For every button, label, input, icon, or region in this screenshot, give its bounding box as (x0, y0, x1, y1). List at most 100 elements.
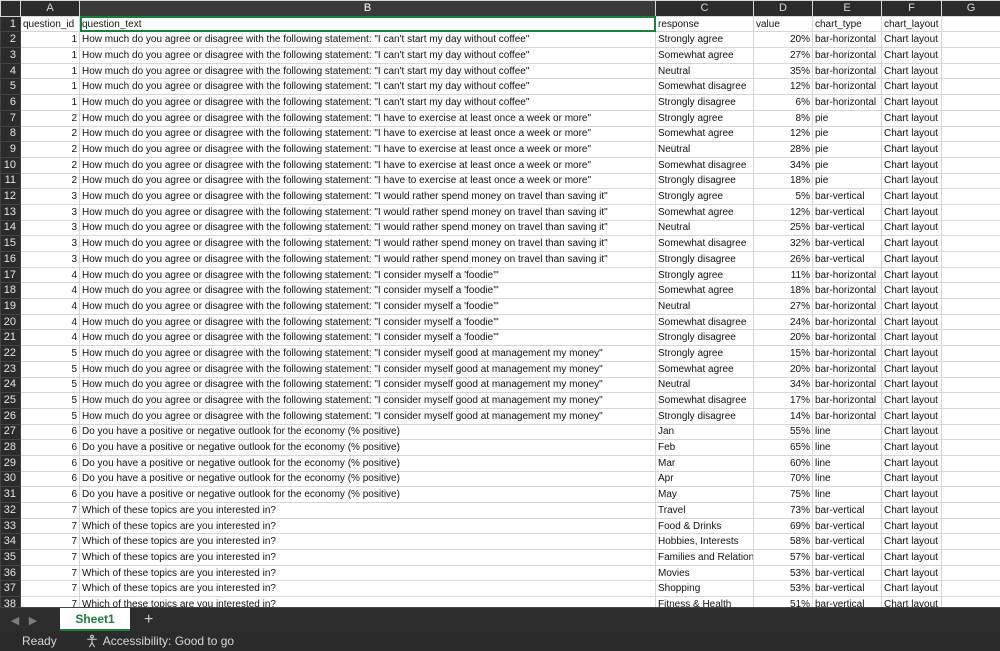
cell-e[interactable]: bar-horizontal (812, 282, 882, 300)
cell-f[interactable]: Chart layout 1 (881, 439, 942, 456)
cell-f[interactable]: Chart layout 1 (881, 156, 942, 174)
cell-b[interactable]: How much do you agree or disagree with t… (79, 188, 656, 205)
cell-c[interactable]: Jan (655, 423, 754, 441)
prev-sheet-arrow-icon[interactable]: ◀ (6, 614, 24, 627)
cell-c[interactable]: Somewhat disagree (655, 392, 754, 409)
cell-f[interactable]: Chart layout 1 (881, 266, 942, 284)
cell-e[interactable]: bar-vertical (812, 533, 882, 551)
cell-a[interactable]: 2 (20, 125, 80, 143)
cell-g[interactable] (941, 282, 1000, 300)
cell-a[interactable]: 5 (20, 376, 80, 394)
cell-b[interactable]: How much do you agree or disagree with t… (79, 313, 656, 331)
cell-a[interactable]: 7 (20, 596, 80, 607)
row-header[interactable]: 30 (0, 470, 21, 488)
cell-f[interactable]: Chart layout 1 (881, 62, 942, 80)
cell-c[interactable]: Movies (655, 564, 754, 582)
cell-f[interactable]: Chart layout 1 (881, 172, 942, 190)
cell-b[interactable]: How much do you agree or disagree with t… (79, 141, 656, 158)
cell-e[interactable]: pie (812, 125, 882, 143)
cell-a[interactable]: 7 (20, 580, 80, 598)
cell-c[interactable]: response (655, 15, 754, 33)
cell-c[interactable]: Feb (655, 439, 754, 456)
row-header[interactable]: 21 (0, 329, 21, 347)
row-header[interactable]: 18 (0, 282, 21, 300)
cell-g[interactable] (941, 360, 1000, 378)
cell-e[interactable]: bar-horizontal (812, 62, 882, 80)
row-header[interactable]: 38 (0, 596, 21, 607)
cell-d[interactable]: 34% (753, 156, 813, 174)
cell-b[interactable]: Do you have a positive or negative outlo… (79, 454, 656, 472)
cell-g[interactable] (941, 298, 1000, 315)
cell-g[interactable] (941, 580, 1000, 598)
cell-d[interactable]: 53% (753, 564, 813, 582)
row-header[interactable]: 36 (0, 564, 21, 582)
cell-c[interactable]: Shopping (655, 580, 754, 598)
cell-b[interactable]: Which of these topics are you interested… (79, 517, 656, 535)
cell-d[interactable]: 69% (753, 517, 813, 535)
cell-c[interactable]: Neutral (655, 62, 754, 80)
row-header[interactable]: 12 (0, 188, 21, 205)
cell-d[interactable]: value (753, 15, 813, 33)
cell-d[interactable]: 34% (753, 376, 813, 394)
cell-g[interactable] (941, 470, 1000, 488)
row-header[interactable]: 11 (0, 172, 21, 190)
cell-a[interactable]: 6 (20, 439, 80, 456)
cell-d[interactable]: 12% (753, 78, 813, 96)
cell-g[interactable] (941, 439, 1000, 456)
cell-g[interactable] (941, 203, 1000, 221)
cell-f[interactable]: Chart layout 1 (881, 298, 942, 315)
cell-a[interactable]: 5 (20, 407, 80, 425)
cell-e[interactable]: pie (812, 109, 882, 127)
cell-b[interactable]: Which of these topics are you interested… (79, 596, 656, 607)
cell-g[interactable] (941, 15, 1000, 33)
cell-f[interactable]: Chart layout 1 (881, 313, 942, 331)
cell-g[interactable] (941, 407, 1000, 425)
cell-e[interactable]: chart_type (812, 15, 882, 33)
cell-a[interactable]: 7 (20, 502, 80, 519)
cell-a[interactable]: 3 (20, 251, 80, 268)
cell-a[interactable]: 3 (20, 235, 80, 252)
cell-b[interactable]: Do you have a positive or negative outlo… (79, 423, 656, 441)
row-header[interactable]: 27 (0, 423, 21, 441)
cell-f[interactable]: Chart layout 1 (881, 235, 942, 252)
cell-g[interactable] (941, 392, 1000, 409)
cell-e[interactable]: bar-horizontal (812, 345, 882, 362)
row-header[interactable]: 32 (0, 502, 21, 519)
cell-e[interactable]: bar-horizontal (812, 407, 882, 425)
cell-e[interactable]: bar-vertical (812, 203, 882, 221)
cell-f[interactable]: Chart layout 1 (881, 251, 942, 268)
cell-d[interactable]: 5% (753, 188, 813, 205)
row-header[interactable]: 16 (0, 251, 21, 268)
cell-e[interactable]: line (812, 454, 882, 472)
cell-d[interactable]: 35% (753, 62, 813, 80)
cell-b[interactable]: Which of these topics are you interested… (79, 564, 656, 582)
cell-g[interactable] (941, 549, 1000, 566)
cell-b[interactable]: How much do you agree or disagree with t… (79, 203, 656, 221)
row-header[interactable]: 1 (0, 15, 21, 33)
cell-g[interactable] (941, 329, 1000, 347)
cell-a[interactable]: 1 (20, 62, 80, 80)
cell-b[interactable]: How much do you agree or disagree with t… (79, 282, 656, 300)
cell-e[interactable]: bar-horizontal (812, 376, 882, 394)
sheet-tab-sheet1[interactable]: Sheet1 (60, 608, 130, 632)
cell-e[interactable]: bar-horizontal (812, 298, 882, 315)
cell-a[interactable]: 1 (20, 78, 80, 96)
cell-c[interactable]: Somewhat agree (655, 47, 754, 64)
cell-b[interactable]: Do you have a positive or negative outlo… (79, 470, 656, 488)
cell-c[interactable]: Strongly disagree (655, 251, 754, 268)
column-header-e[interactable]: E (812, 0, 882, 17)
cell-d[interactable]: 12% (753, 125, 813, 143)
cell-g[interactable] (941, 266, 1000, 284)
cell-d[interactable]: 73% (753, 502, 813, 519)
cell-g[interactable] (941, 94, 1000, 111)
cell-e[interactable]: bar-horizontal (812, 78, 882, 96)
cell-f[interactable]: Chart layout 1 (881, 219, 942, 237)
cell-c[interactable]: Somewhat disagree (655, 156, 754, 174)
cell-c[interactable]: Strongly disagree (655, 329, 754, 347)
cell-f[interactable]: Chart layout 1 (881, 502, 942, 519)
cell-d[interactable]: 24% (753, 313, 813, 331)
cell-a[interactable]: 5 (20, 360, 80, 378)
cell-c[interactable]: Neutral (655, 141, 754, 158)
cell-g[interactable] (941, 31, 1000, 49)
cell-b[interactable]: How much do you agree or disagree with t… (79, 219, 656, 237)
